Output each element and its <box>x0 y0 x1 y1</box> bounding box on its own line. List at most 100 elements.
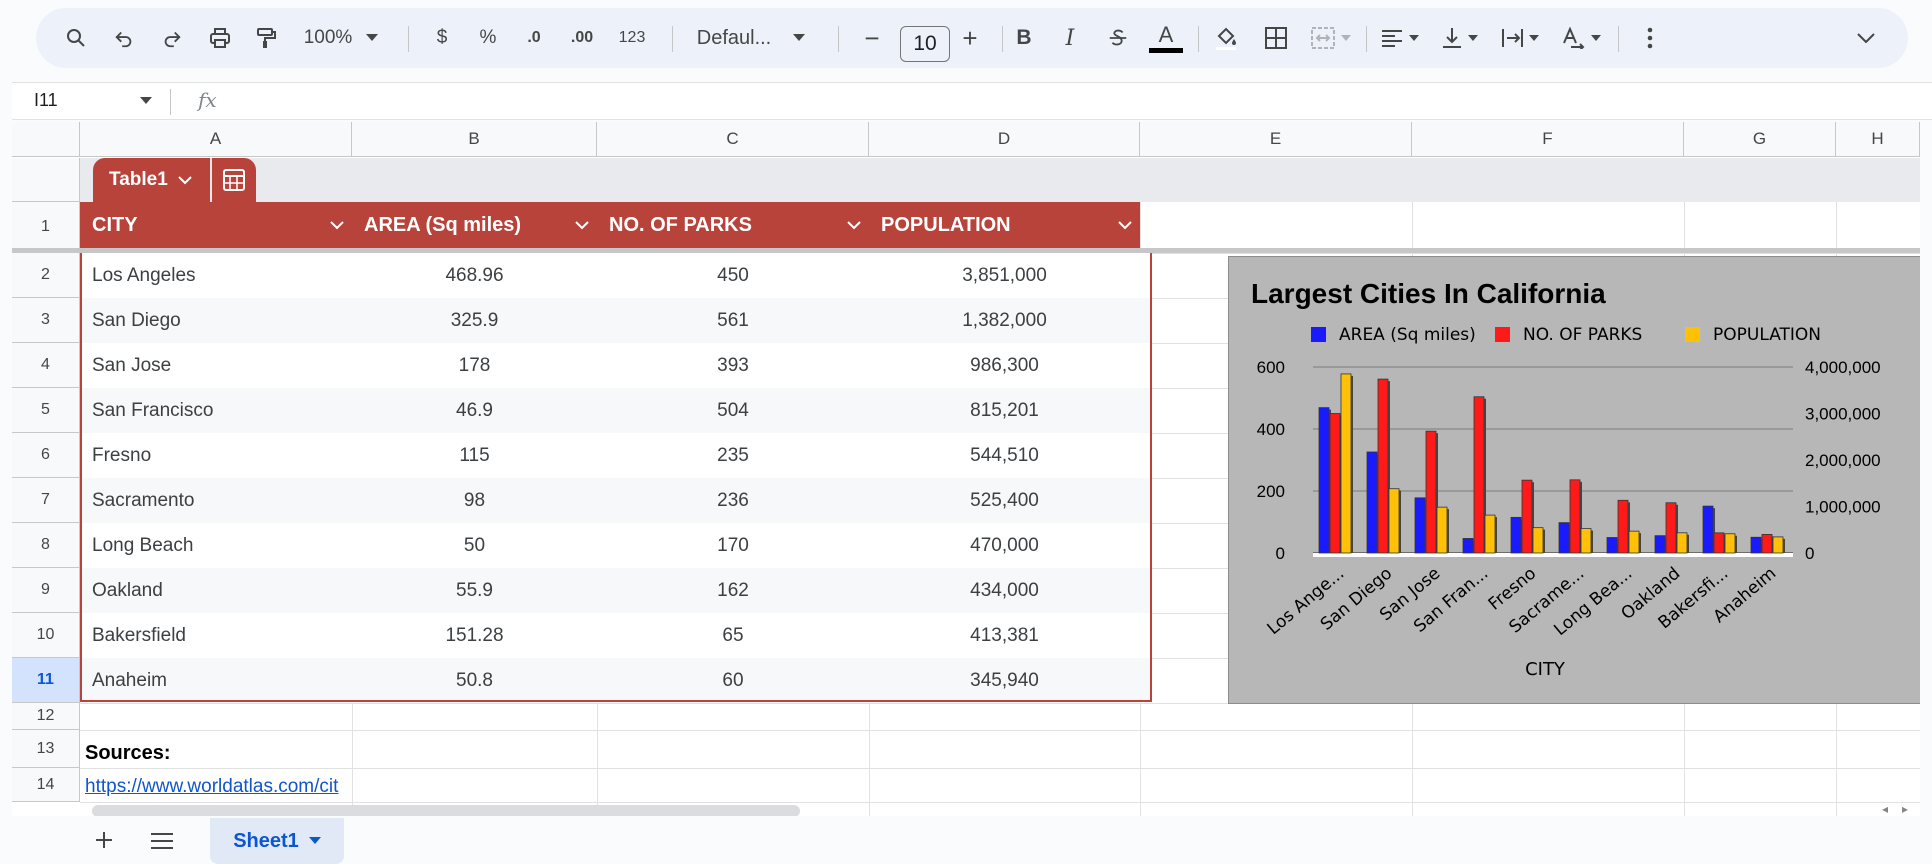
row-header[interactable]: 2 <box>12 253 80 298</box>
name-box[interactable]: I11 <box>34 90 58 111</box>
column-header[interactable]: A <box>80 122 352 157</box>
row-header[interactable]: 6 <box>12 433 80 478</box>
chart[interactable]: Largest Cities In California AREA (Sq mil… <box>1228 256 1920 704</box>
row-header[interactable]: 9 <box>12 568 80 613</box>
row-header[interactable]: 1 <box>12 202 80 253</box>
column-header[interactable]: F <box>1412 122 1684 157</box>
chart-bar-shadow <box>1351 375 1353 553</box>
table-column-header[interactable]: AREA (Sq miles) <box>352 202 597 248</box>
table-calculator-icon <box>222 169 245 191</box>
text-color-label: A <box>1158 21 1174 47</box>
chart-bar-shadow <box>1639 533 1641 553</box>
bold-button[interactable]: B <box>1004 8 1044 68</box>
undo-icon[interactable] <box>104 8 144 68</box>
sheet-tab-label: Sheet1 <box>233 829 299 852</box>
row-header[interactable]: 5 <box>12 388 80 433</box>
chart-bar <box>1329 413 1341 554</box>
table-column-header-label: AREA (Sq miles) <box>364 213 522 236</box>
row-header[interactable]: 10 <box>12 613 80 658</box>
table-column-header[interactable]: NO. OF PARKS <box>597 202 869 248</box>
row-header[interactable]: 4 <box>12 343 80 388</box>
decrease-decimal-button[interactable]: .0 <box>514 8 554 68</box>
chart-bar <box>1521 479 1533 554</box>
scroll-right-icon[interactable]: ▸ <box>1902 802 1908 816</box>
font-size-decrease-button[interactable]: − <box>852 8 892 68</box>
font-size-increase-button[interactable]: + <box>950 8 990 68</box>
borders-icon[interactable] <box>1254 8 1298 68</box>
strikethrough-icon[interactable] <box>1098 8 1138 68</box>
collapse-toolbar-icon[interactable] <box>1846 8 1886 68</box>
text-color-button[interactable]: A <box>1144 8 1188 68</box>
sources-label: Sources: <box>85 742 171 764</box>
fill-color-icon[interactable] <box>1204 8 1248 68</box>
chevron-down-icon[interactable] <box>1110 220 1140 230</box>
paint-format-icon[interactable] <box>246 8 286 68</box>
all-sheets-button[interactable] <box>150 828 174 855</box>
column-header[interactable]: H <box>1836 122 1920 157</box>
divider <box>408 26 409 52</box>
text-wrap-icon[interactable] <box>1492 8 1548 68</box>
chart-svg: Largest Cities In California AREA (Sq mil… <box>1251 278 1881 680</box>
chevron-down-icon[interactable] <box>567 220 597 230</box>
chart-bar <box>1713 532 1725 554</box>
toolbar: 100% $ % .0 .00 123 Defaul... − 10 + B I… <box>36 8 1908 68</box>
column-header[interactable]: G <box>1684 122 1836 157</box>
column-header[interactable]: E <box>1140 122 1412 157</box>
chart-bar-shadow <box>1543 529 1545 553</box>
percent-format-button[interactable]: % <box>468 8 508 68</box>
row-header[interactable]: 3 <box>12 298 80 343</box>
column-header[interactable]: B <box>352 122 597 157</box>
horizontal-scrollbar[interactable] <box>92 805 800 816</box>
select-all-corner[interactable] <box>12 122 80 157</box>
row-header[interactable]: 11 <box>12 658 80 703</box>
row-header[interactable]: 13 <box>12 730 80 768</box>
print-icon[interactable] <box>200 8 240 68</box>
chart-bar <box>1318 407 1330 554</box>
increase-decimal-label: .00 <box>570 29 594 46</box>
chart-bar <box>1724 533 1736 554</box>
row-header[interactable]: 12 <box>12 703 80 730</box>
currency-format-button[interactable]: $ <box>422 8 462 68</box>
row-header[interactable]: 8 <box>12 523 80 568</box>
chevron-down-icon[interactable] <box>839 220 869 230</box>
table-name-button[interactable]: Table1 <box>93 158 210 202</box>
table-options-button[interactable] <box>211 158 256 202</box>
search-icon[interactable] <box>56 8 96 68</box>
scroll-left-icon[interactable]: ◂ <box>1882 802 1888 816</box>
column-header[interactable]: C <box>597 122 869 157</box>
font-size-input[interactable]: 10 <box>900 26 950 62</box>
divider <box>838 26 839 52</box>
number-format-button[interactable]: 123 <box>610 8 654 68</box>
chart-bar-shadow <box>1687 534 1689 553</box>
italic-button[interactable]: I <box>1050 8 1090 68</box>
row-header[interactable]: 7 <box>12 478 80 523</box>
fx-icon: fx <box>198 88 217 112</box>
text-rotation-icon[interactable] <box>1552 8 1610 68</box>
zoom-select[interactable]: 100% <box>294 8 388 68</box>
row-header[interactable]: 14 <box>12 768 80 802</box>
font-select[interactable]: Defaul... <box>676 8 826 68</box>
table-column-header[interactable]: POPULATION <box>869 202 1140 248</box>
chevron-down-icon[interactable] <box>322 220 352 230</box>
horizontal-align-icon[interactable] <box>1372 8 1428 68</box>
redo-icon[interactable] <box>152 8 192 68</box>
chevron-down-icon[interactable] <box>140 97 152 105</box>
increase-decimal-button[interactable]: .00 <box>560 8 604 68</box>
divider <box>1198 26 1199 52</box>
sources-link[interactable]: https://www.worldatlas.com/cit <box>85 776 365 798</box>
chart-bar <box>1750 536 1762 554</box>
more-options-icon[interactable] <box>1630 8 1670 68</box>
left-tick-label: 400 <box>1257 420 1285 439</box>
x-axis-label: CITY <box>1525 659 1566 680</box>
chart-floor <box>1313 553 1793 557</box>
vertical-align-icon[interactable] <box>1432 8 1488 68</box>
merge-cells-icon[interactable] <box>1302 8 1360 68</box>
right-tick-label: 3,000,000 <box>1805 405 1881 424</box>
sheet-tab-sheet1[interactable]: Sheet1 <box>210 818 344 864</box>
table-column-header[interactable]: CITY <box>80 202 352 248</box>
formula-input[interactable] <box>236 87 1916 117</box>
column-header[interactable]: D <box>869 122 1140 157</box>
chart-bar <box>1702 505 1714 554</box>
add-sheet-button[interactable] <box>94 824 114 858</box>
chart-bar <box>1665 502 1677 554</box>
